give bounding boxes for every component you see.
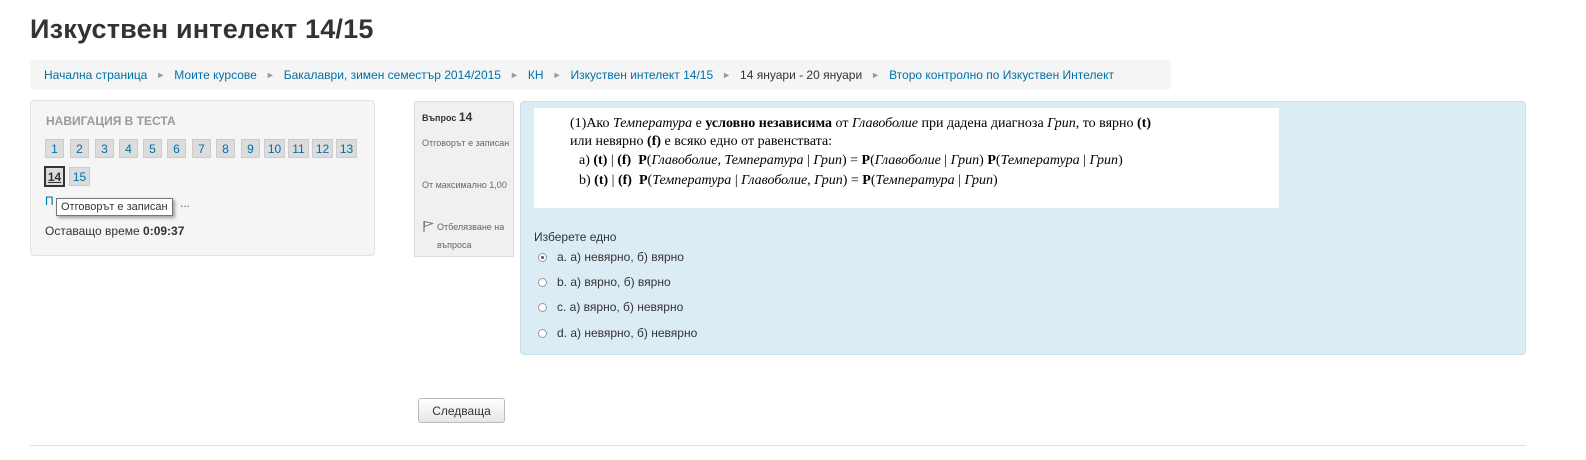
question-number-value: 14 [458, 110, 473, 124]
breadcrumb-separator-icon: ► [156, 70, 166, 80]
breadcrumb-separator-icon: ► [552, 70, 562, 80]
radio-a-selected[interactable] [538, 252, 547, 262]
page-title: Изкуствен интелект 14/15 [30, 14, 374, 44]
quiz-nav-question-7[interactable]: 7 [192, 139, 211, 158]
quiz-nav-question-11[interactable]: 11 [288, 139, 309, 158]
next-page-button[interactable]: Следваща [418, 398, 505, 423]
question-line-3: a) (t) | (f) P(Главоболие, Температура |… [579, 153, 1123, 168]
quiz-navigation-title: НАВИГАЦИЯ В ТЕСТА [46, 114, 176, 128]
answer-prompt: Изберете едно [534, 230, 617, 244]
radio-d[interactable] [538, 328, 547, 338]
question-state: Отговорът е записан [422, 138, 510, 148]
radio-c[interactable] [538, 302, 547, 312]
breadcrumb-my-courses[interactable]: Моите курсове [174, 68, 257, 82]
question-label: Въпрос [422, 113, 457, 123]
flag-question-label: Отбелязване на въпроса [437, 222, 505, 250]
question-line-2: или невярно (f) е всяко едно от равенств… [570, 134, 833, 149]
question-content: (1)Ако Температура е условно независима … [520, 101, 1526, 355]
quiz-nav-question-14-current[interactable]: 14 [44, 166, 65, 187]
breadcrumb-kn[interactable]: КН [528, 68, 544, 82]
breadcrumb-semester[interactable]: Бакалаври, зимен семестър 2014/2015 [284, 68, 501, 82]
question-text: (1)Ако Температура е условно независима … [534, 108, 1279, 208]
breadcrumb-course[interactable]: Изкуствен интелект 14/15 [570, 68, 713, 82]
breadcrumb-home[interactable]: Начална страница [44, 68, 147, 82]
quiz-nav-question-6[interactable]: 6 [167, 139, 186, 158]
question-line-4: b) (t) | (f) P(Температура | Главоболие,… [579, 173, 998, 188]
quiz-nav-question-12[interactable]: 12 [312, 139, 333, 158]
footer-divider [30, 445, 1526, 446]
time-left-value: 0:09:37 [143, 224, 185, 238]
breadcrumb-week: 14 януари - 20 януари [740, 68, 863, 82]
time-left: Оставащо време 0:09:37 [45, 224, 184, 238]
flag-question-button[interactable]: Отбелязване на въпроса [422, 218, 510, 254]
question-number: Въпрос 14 [422, 110, 472, 124]
flag-icon [423, 220, 435, 232]
quiz-nav-question-13[interactable]: 13 [336, 139, 357, 158]
quiz-nav-question-2[interactable]: 2 [70, 139, 89, 158]
answer-option-b-label[interactable]: b. а) вярно, б) вярно [557, 275, 671, 289]
radio-b[interactable] [538, 277, 547, 287]
quiz-nav-question-8[interactable]: 8 [216, 139, 235, 158]
question-info-panel: Въпрос 14 Отговорът е записан От максима… [414, 101, 514, 257]
breadcrumb-separator-icon: ► [509, 70, 519, 80]
answer-option-b[interactable]: b. а) вярно, б) вярно [538, 274, 671, 290]
answer-option-a-label[interactable]: a. а) невярно, б) вярно [557, 250, 684, 264]
answer-option-c-label[interactable]: c. а) вярно, б) невярно [557, 300, 683, 314]
time-left-label: Оставащо време [45, 224, 140, 238]
question-line-1: (1)Ако Температура е условно независима … [570, 116, 1152, 131]
quiz-nav-question-9[interactable]: 9 [241, 139, 260, 158]
quiz-nav-question-10[interactable]: 10 [264, 139, 285, 158]
quiz-nav-question-3[interactable]: 3 [95, 139, 114, 158]
quiz-nav-question-4[interactable]: 4 [119, 139, 138, 158]
answer-option-d-label[interactable]: d. а) невярно, б) невярно [557, 326, 697, 340]
quiz-nav-question-5[interactable]: 5 [143, 139, 162, 158]
question-status-tooltip: Отговорът е записан [56, 198, 173, 216]
breadcrumb-separator-icon: ► [871, 70, 881, 80]
finish-attempt-link-ellipsis: ... [180, 196, 191, 210]
finish-attempt-link[interactable]: П [45, 194, 54, 208]
quiz-nav-question-1[interactable]: 1 [45, 139, 64, 158]
breadcrumb: Начална страница ► Моите курсове ► Бакал… [30, 60, 1171, 90]
quiz-nav-question-15[interactable]: 15 [69, 167, 90, 186]
breadcrumb-separator-icon: ► [722, 70, 732, 80]
breadcrumb-separator-icon: ► [265, 70, 275, 80]
answer-option-c[interactable]: c. а) вярно, б) невярно [538, 299, 683, 315]
breadcrumb-quiz[interactable]: Второ контролно по Изкуствен Интелект [889, 68, 1114, 82]
question-grade: От максимално 1,00 [422, 180, 507, 190]
answer-option-d[interactable]: d. а) невярно, б) невярно [538, 325, 697, 341]
answer-option-a[interactable]: a. а) невярно, б) вярно [538, 249, 684, 265]
